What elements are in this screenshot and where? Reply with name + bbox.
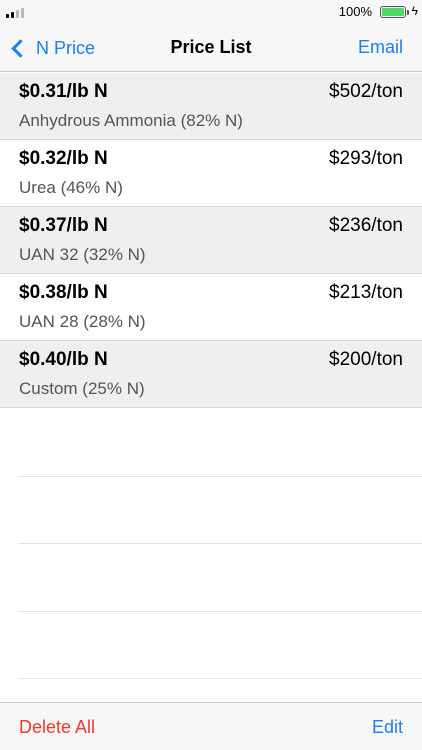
empty-row-divider	[19, 477, 422, 544]
product-name: Urea (46% N)	[19, 178, 123, 197]
price-per-lb: $0.38/lb N	[19, 282, 108, 303]
price-per-ton: $213/ton	[329, 282, 403, 303]
price-per-lb: $0.32/lb N	[19, 148, 108, 169]
price-per-ton: $502/ton	[329, 81, 403, 102]
empty-row-divider	[19, 544, 422, 612]
empty-row-divider	[19, 409, 422, 477]
price-per-ton: $293/ton	[329, 148, 403, 169]
battery-icon	[380, 6, 409, 18]
product-name: Custom (25% N)	[19, 379, 145, 398]
signal-strength-icon	[6, 8, 24, 18]
price-list: $0.31/lb N $502/ton Anhydrous Ammonia (8…	[0, 73, 422, 408]
price-per-lb: $0.31/lb N	[19, 81, 108, 102]
price-per-lb: $0.37/lb N	[19, 215, 108, 236]
status-bar: 100% ϟ	[0, 0, 422, 24]
price-per-ton: $236/ton	[329, 215, 403, 236]
price-per-ton: $200/ton	[329, 349, 403, 370]
delete-all-button[interactable]: Delete All	[19, 717, 95, 738]
list-item[interactable]: $0.32/lb N $293/ton Urea (46% N)	[0, 140, 422, 207]
bottom-toolbar: Delete All Edit	[0, 702, 422, 750]
product-name: UAN 32 (32% N)	[19, 245, 146, 264]
list-item[interactable]: $0.37/lb N $236/ton UAN 32 (32% N)	[0, 207, 422, 274]
bolt-icon: ϟ	[411, 4, 418, 18]
list-item[interactable]: $0.40/lb N $200/ton Custom (25% N)	[0, 341, 422, 408]
email-button[interactable]: Email	[358, 37, 403, 58]
empty-row-divider	[19, 612, 422, 679]
list-item[interactable]: $0.31/lb N $502/ton Anhydrous Ammonia (8…	[0, 73, 422, 140]
price-per-lb: $0.40/lb N	[19, 349, 108, 370]
list-item[interactable]: $0.38/lb N $213/ton UAN 28 (28% N)	[0, 274, 422, 341]
battery-percentage: 100%	[338, 4, 372, 19]
product-name: Anhydrous Ammonia (82% N)	[19, 111, 243, 130]
navigation-bar: N Price Price List Email	[0, 24, 422, 72]
product-name: UAN 28 (28% N)	[19, 312, 146, 331]
empty-list-area	[0, 409, 422, 679]
edit-button[interactable]: Edit	[372, 717, 403, 738]
